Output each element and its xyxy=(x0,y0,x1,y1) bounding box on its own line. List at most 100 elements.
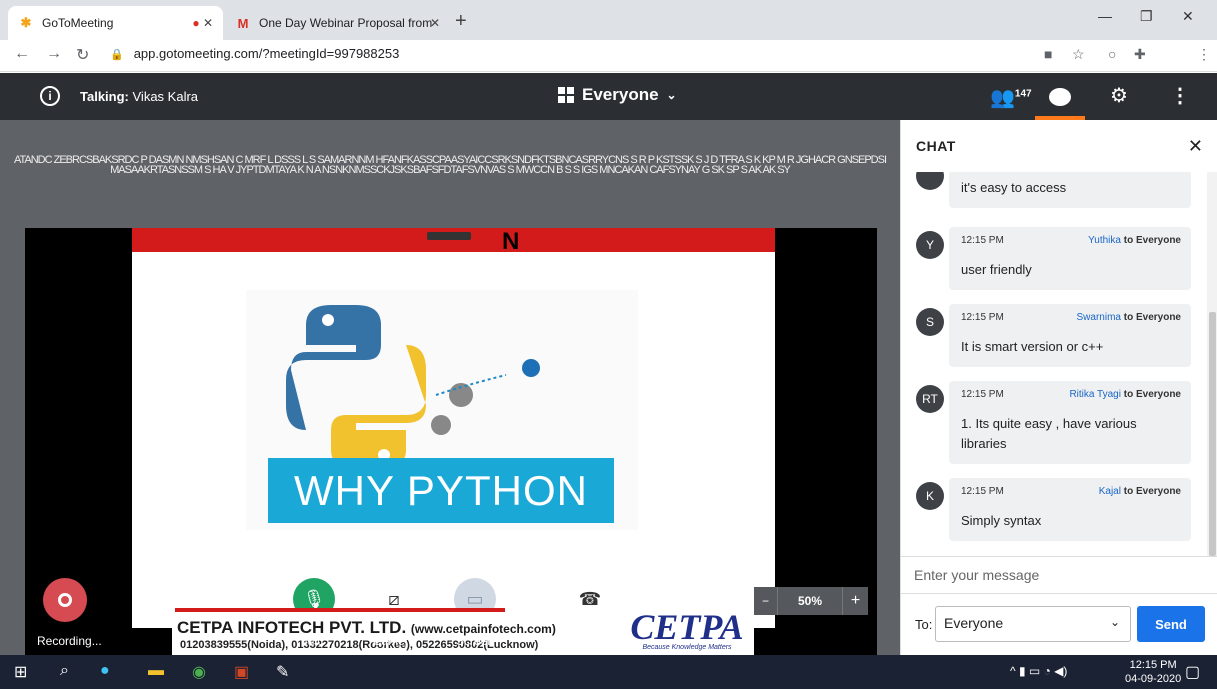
message-sender: Ritika Tyagi to Everyone xyxy=(1069,389,1181,400)
new-tab-button[interactable]: + xyxy=(455,10,467,33)
message-card: 12:15 PM Yuthika to Everyone user friendl… xyxy=(949,227,1191,290)
message-time: 12:15 PM xyxy=(961,389,1004,400)
tab-title: GoToMeeting xyxy=(42,16,114,30)
view-label: Everyone xyxy=(582,85,659,104)
tab-close-icon[interactable]: ● ✕ xyxy=(192,16,213,30)
chat-scrollbar[interactable] xyxy=(1207,172,1217,556)
bookmark-star-icon[interactable]: ☆ xyxy=(1072,46,1085,63)
file-explorer-icon[interactable]: ▬ xyxy=(148,662,164,680)
chat-panel: CHAT ✕ it's easy to access Y 12:15 PM Yut… xyxy=(900,120,1217,655)
url-field[interactable]: 🔒 app.gotomeeting.com/?meetingId=99798825… xyxy=(110,46,399,61)
notification-icon[interactable]: ▢ xyxy=(1185,662,1200,682)
chevron-down-icon: ⌄ xyxy=(1109,615,1120,629)
url-text: app.gotomeeting.com/?meetingId=997988253 xyxy=(133,46,400,61)
avatar xyxy=(916,172,944,190)
restore-icon[interactable]: ❐ xyxy=(1140,8,1153,25)
tab-gotomeeting[interactable]: ✱ GoToMeeting ● ✕ xyxy=(8,6,223,40)
recipient-select[interactable]: Everyone ⌄ xyxy=(935,606,1131,642)
settings-gear-icon[interactable]: ⚙ xyxy=(1110,83,1128,108)
microphone-icon: 🎙 xyxy=(302,588,326,609)
gmail-icon: M xyxy=(237,15,249,31)
powerpoint-icon[interactable]: ▣ xyxy=(234,662,249,682)
recording-label: Recording... xyxy=(37,634,102,648)
back-icon[interactable]: ← xyxy=(14,45,30,63)
avatar: K xyxy=(916,482,944,510)
attendee-name-strip: ATANDC ZEBRCSBAKSRDC P DASMN NMSHSAN C M… xyxy=(13,155,887,176)
record-button[interactable] xyxy=(43,578,87,622)
avatar: Y xyxy=(916,231,944,259)
people-icon: 👥 xyxy=(990,87,1015,109)
scrollbar-thumb[interactable] xyxy=(1209,312,1216,556)
info-icon[interactable]: i xyxy=(40,86,60,106)
message-card: 12:15 PM Ritika Tyagi to Everyone 1. Its … xyxy=(949,381,1191,464)
browser-menu-icon[interactable]: ⋮ xyxy=(1197,46,1211,63)
avatar: RT xyxy=(916,385,944,413)
message-time: 12:15 PM xyxy=(961,486,1004,497)
chevron-down-icon: ⌄ xyxy=(666,88,677,102)
zoom-out-button[interactable]: − xyxy=(754,587,778,615)
zoom-level: 50% xyxy=(797,594,823,608)
why-python-heading: WHY PYTHON xyxy=(268,458,614,523)
message-text: it's easy to access xyxy=(961,180,1067,195)
lock-icon: 🔒 xyxy=(110,49,124,61)
screen: ✱ GoToMeeting ● ✕ M One Day Webinar Prop… xyxy=(0,0,1217,689)
shared-screen: N WHY PYTHON xyxy=(25,228,877,655)
chat-title: CHAT xyxy=(916,138,956,154)
camera-off-icon: ⧄ xyxy=(388,588,400,609)
attendees-button[interactable]: 👥147 xyxy=(990,85,1032,110)
chat-toggle-button[interactable] xyxy=(1035,73,1085,120)
video-area: ATANDC ZEBRCSBAKSRDC P DASMN NMSHSAN C M… xyxy=(0,120,900,655)
send-button[interactable]: Send xyxy=(1137,606,1205,642)
clock-date: 04-09-2020 xyxy=(1125,673,1182,685)
chat-message-input[interactable]: Enter your message xyxy=(901,556,1217,593)
extension-icon[interactable]: ○ xyxy=(1108,46,1116,62)
screen-label: Screen xyxy=(455,634,495,648)
tab-gmail[interactable]: M One Day Webinar Proposal from ✕ xyxy=(225,6,450,40)
browser-tab-bar: ✱ GoToMeeting ● ✕ M One Day Webinar Prop… xyxy=(0,0,1217,40)
edge-icon[interactable]: ● xyxy=(100,662,110,680)
slide-title-fragment: N xyxy=(502,228,520,255)
message-text: user friendly xyxy=(961,262,1032,277)
close-chat-icon[interactable]: ✕ xyxy=(1188,136,1203,157)
address-bar: ← → ↻ 🔒 app.gotomeeting.com/?meetingId=99… xyxy=(0,40,1217,106)
minimize-icon[interactable]: — xyxy=(1098,8,1112,24)
search-icon[interactable]: ⌕ xyxy=(60,662,69,680)
message-sender: Yuthika to Everyone xyxy=(1088,235,1181,246)
tab-title: One Day Webinar Proposal from xyxy=(259,16,433,30)
message-card: it's easy to access xyxy=(949,172,1191,208)
meeting-top-bar: i Talking: Vikas Kalra Everyone ⌄ 👥147 ⚙… xyxy=(0,73,1217,120)
windows-start-icon[interactable]: ⊞ xyxy=(14,662,27,682)
cetpa-tagline: Because Knowledge Matters xyxy=(642,644,732,651)
chat-bubble-icon xyxy=(1049,87,1071,106)
banner-red-line xyxy=(175,608,505,612)
view-selector[interactable]: Everyone ⌄ xyxy=(558,85,677,105)
puzzle-icon[interactable]: ✚ xyxy=(1134,46,1146,63)
system-tray-icons[interactable]: ^ ▮ ▭ ◔ ◀) xyxy=(1010,664,1067,678)
forward-icon[interactable]: → xyxy=(46,45,62,63)
more-options-icon[interactable]: ⋮ xyxy=(1170,83,1190,108)
clock-time: 12:15 PM xyxy=(1129,659,1177,671)
message-card: 12:15 PM Kajal to Everyone Simply syntax xyxy=(949,478,1191,541)
message-time: 12:15 PM xyxy=(961,235,1004,246)
chat-header: CHAT ✕ xyxy=(901,120,1217,172)
chrome-icon[interactable]: ◉ xyxy=(192,662,206,682)
python-logo-icon xyxy=(286,305,540,468)
chat-message-list[interactable]: it's easy to access Y 12:15 PM Yuthika to… xyxy=(901,172,1207,556)
leave-label: Leave xyxy=(573,634,607,648)
zoom-in-button[interactable]: + xyxy=(842,587,868,615)
message-text: 1. Its quite easy , have various librari… xyxy=(961,416,1137,451)
record-icon xyxy=(58,593,72,607)
close-window-icon[interactable]: ✕ xyxy=(1182,8,1194,25)
reload-icon[interactable]: ↻ xyxy=(76,45,89,65)
tab-close-icon[interactable]: ✕ xyxy=(430,16,440,30)
recipient-value: Everyone xyxy=(944,615,1004,631)
talking-indicator: Talking: Vikas Kalra xyxy=(80,89,198,104)
attendee-count: 147 xyxy=(1014,88,1032,100)
camera-indicator-icon[interactable]: ■ xyxy=(1044,46,1052,62)
message-time: 12:15 PM xyxy=(961,312,1004,323)
drag-handle[interactable] xyxy=(427,232,471,240)
taskbar-clock[interactable]: 12:15 PM 04-09-2020 xyxy=(1125,658,1181,686)
paint-icon[interactable]: ✎ xyxy=(276,662,289,682)
message-sender: Swarnima to Everyone xyxy=(1076,312,1182,323)
phone-hangup-icon: ☎ xyxy=(578,588,602,609)
